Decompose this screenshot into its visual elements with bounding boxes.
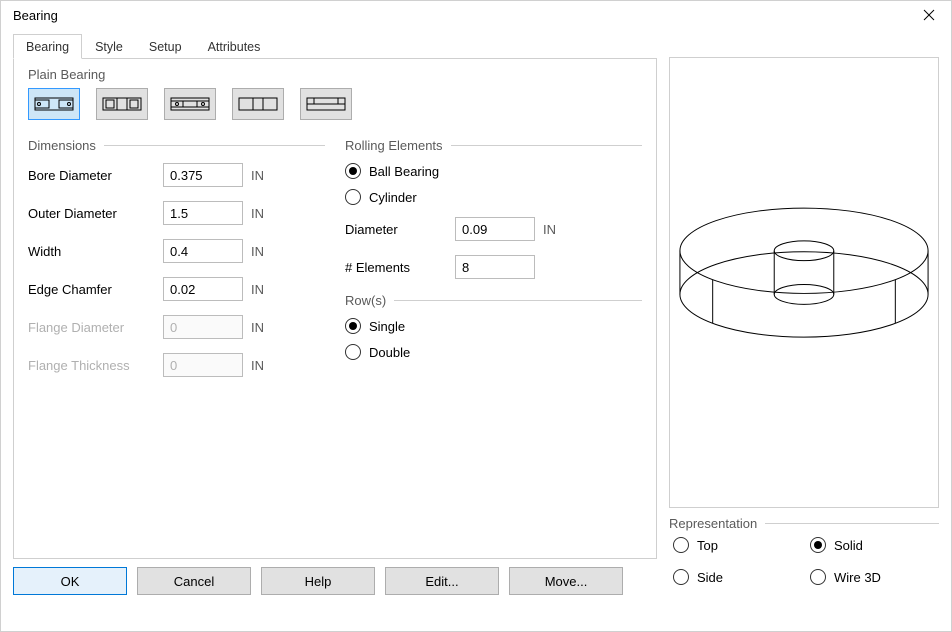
- edge-chamfer-label: Edge Chamfer: [28, 282, 163, 297]
- element-count-input[interactable]: [455, 255, 535, 279]
- radio-icon: [345, 318, 361, 334]
- rolling-diameter-input[interactable]: [455, 217, 535, 241]
- radio-icon: [345, 189, 361, 205]
- bearing-subtype-label: Plain Bearing: [28, 67, 642, 82]
- rolling-diameter-label: Diameter: [345, 222, 455, 237]
- single-row-radio[interactable]: Single: [345, 318, 642, 334]
- tab-bearing[interactable]: Bearing: [13, 34, 82, 59]
- bearing-type-sealed[interactable]: [96, 88, 148, 120]
- rows-heading: Row(s): [345, 293, 386, 308]
- double-row-label: Double: [369, 345, 410, 360]
- bearing-type-thrust[interactable]: [300, 88, 352, 120]
- tab-panel-bearing: Plain Bearing: [13, 59, 657, 559]
- cylinder-label: Cylinder: [369, 190, 417, 205]
- radio-icon: [345, 163, 361, 179]
- radio-icon: [345, 344, 361, 360]
- thrust-bearing-icon: [306, 94, 346, 114]
- radio-icon: [673, 569, 689, 585]
- ball-bearing-label: Ball Bearing: [369, 164, 439, 179]
- repr-top-radio[interactable]: Top: [673, 537, 798, 553]
- roller-bearing-icon: [170, 94, 210, 114]
- bore-label: Bore Diameter: [28, 168, 163, 183]
- width-unit: IN: [251, 244, 264, 259]
- tab-setup[interactable]: Setup: [136, 34, 195, 59]
- edge-chamfer-input[interactable]: [163, 277, 243, 301]
- help-button[interactable]: Help: [261, 567, 375, 595]
- bore-unit: IN: [251, 168, 264, 183]
- repr-top-label: Top: [697, 538, 718, 553]
- flange-diameter-input: [163, 315, 243, 339]
- cylinder-radio[interactable]: Cylinder: [345, 189, 642, 205]
- dimensions-heading: Dimensions: [28, 138, 96, 153]
- ball-bearing-radio[interactable]: Ball Bearing: [345, 163, 642, 179]
- repr-wire3d-label: Wire 3D: [834, 570, 881, 585]
- element-count-label: # Elements: [345, 260, 455, 275]
- outer-diameter-label: Outer Diameter: [28, 206, 163, 221]
- flange-thickness-label: Flange Thickness: [28, 358, 163, 373]
- move-button[interactable]: Move...: [509, 567, 623, 595]
- repr-solid-radio[interactable]: Solid: [810, 537, 935, 553]
- representation-heading: Representation: [669, 516, 757, 531]
- flange-thickness-input: [163, 353, 243, 377]
- double-row-radio[interactable]: Double: [345, 344, 642, 360]
- plain-bearing-icon: [34, 94, 74, 114]
- repr-wire3d-radio[interactable]: Wire 3D: [810, 569, 935, 585]
- flange-diameter-label: Flange Diameter: [28, 320, 163, 335]
- ok-button[interactable]: OK: [13, 567, 127, 595]
- radio-icon: [673, 537, 689, 553]
- width-input[interactable]: [163, 239, 243, 263]
- radio-icon: [810, 569, 826, 585]
- tab-bar: Bearing Style Setup Attributes: [13, 33, 657, 59]
- tab-attributes[interactable]: Attributes: [195, 34, 274, 59]
- close-button[interactable]: [907, 0, 951, 30]
- outer-diameter-input[interactable]: [163, 201, 243, 225]
- outer-diameter-unit: IN: [251, 206, 264, 221]
- bearing-3d-icon: [670, 84, 938, 481]
- bearing-preview: [669, 57, 939, 508]
- close-icon: [923, 9, 935, 21]
- tapered-bearing-icon: [238, 94, 278, 114]
- repr-solid-label: Solid: [834, 538, 863, 553]
- edge-chamfer-unit: IN: [251, 282, 264, 297]
- tab-style[interactable]: Style: [82, 34, 136, 59]
- bearing-type-roller[interactable]: [164, 88, 216, 120]
- flange-diameter-unit: IN: [251, 320, 264, 335]
- repr-side-radio[interactable]: Side: [673, 569, 798, 585]
- flange-thickness-unit: IN: [251, 358, 264, 373]
- width-label: Width: [28, 244, 163, 259]
- rolling-diameter-unit: IN: [543, 222, 556, 237]
- bore-input[interactable]: [163, 163, 243, 187]
- edit-button[interactable]: Edit...: [385, 567, 499, 595]
- single-row-label: Single: [369, 319, 405, 334]
- repr-side-label: Side: [697, 570, 723, 585]
- sealed-bearing-icon: [102, 94, 142, 114]
- window-title: Bearing: [13, 8, 58, 23]
- rolling-elements-heading: Rolling Elements: [345, 138, 443, 153]
- cancel-button[interactable]: Cancel: [137, 567, 251, 595]
- radio-icon: [810, 537, 826, 553]
- bearing-type-plain[interactable]: [28, 88, 80, 120]
- bearing-type-tapered[interactable]: [232, 88, 284, 120]
